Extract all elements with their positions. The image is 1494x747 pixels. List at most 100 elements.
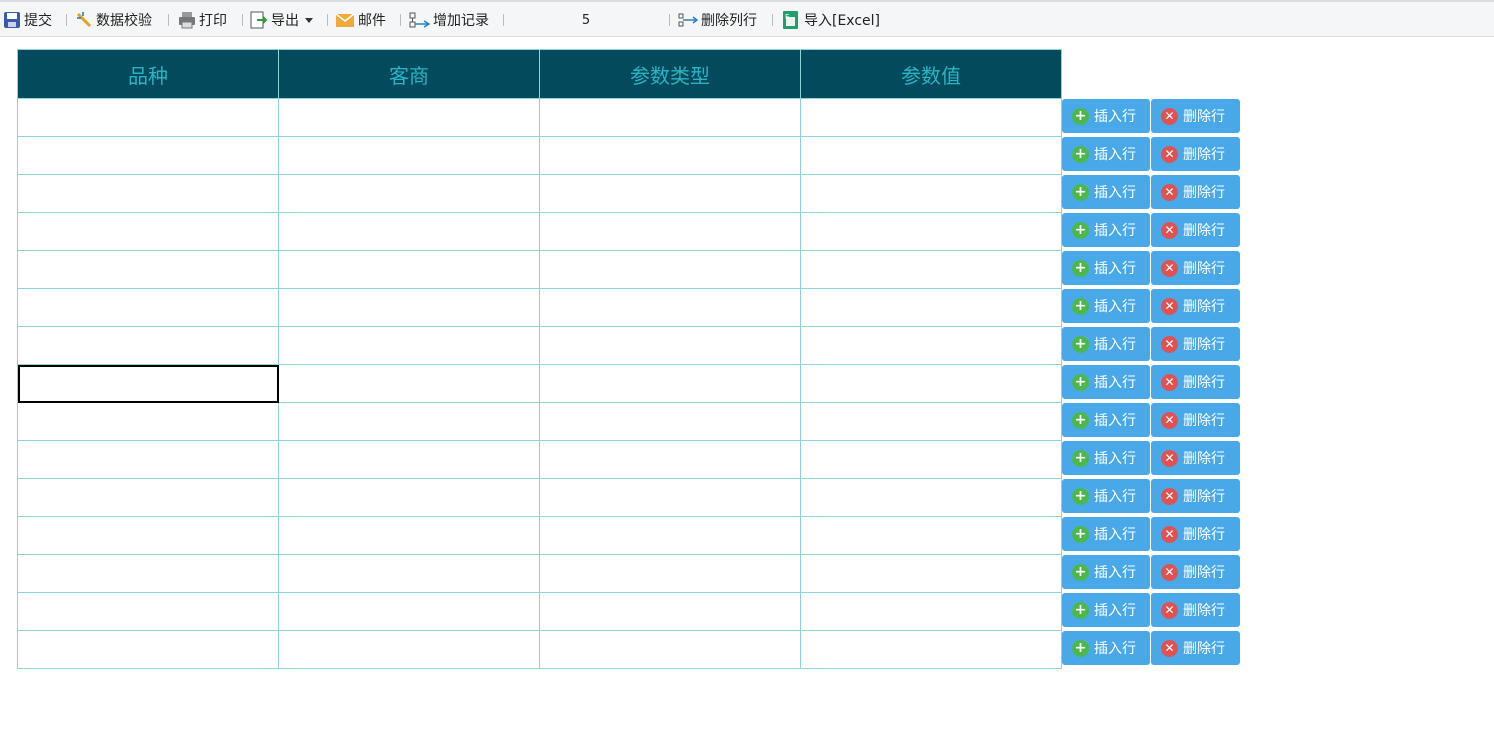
delete-row-button[interactable]: ✕ 删除行 <box>1151 555 1240 589</box>
table-cell[interactable] <box>17 250 279 289</box>
delete-row-button[interactable]: ✕ 删除行 <box>1151 365 1240 399</box>
table-cell[interactable] <box>17 288 279 327</box>
table-cell[interactable] <box>278 136 540 175</box>
table-cell[interactable] <box>17 212 279 251</box>
table-cell[interactable] <box>17 478 279 517</box>
delete-row-button[interactable]: ✕ 删除行 <box>1151 631 1240 665</box>
delete-row-button[interactable]: ✕ 删除行 <box>1151 403 1240 437</box>
table-cell[interactable] <box>17 136 279 175</box>
table-cell[interactable] <box>539 630 801 669</box>
table-cell[interactable] <box>17 174 279 213</box>
table-cell[interactable] <box>278 288 540 327</box>
table-cell[interactable] <box>800 554 1062 593</box>
table-cell[interactable] <box>278 250 540 289</box>
import-excel-button[interactable]: E 导入[Excel] <box>781 9 880 31</box>
insert-row-button[interactable]: + 插入行 <box>1062 517 1150 551</box>
table-cell[interactable] <box>539 402 801 441</box>
insert-row-button[interactable]: + 插入行 <box>1062 365 1150 399</box>
table-cell[interactable] <box>17 98 279 137</box>
table-cell[interactable] <box>539 592 801 631</box>
print-button[interactable]: 打印 <box>178 9 227 31</box>
insert-row-button[interactable]: + 插入行 <box>1062 327 1150 361</box>
table-cell[interactable] <box>800 250 1062 289</box>
insert-row-button[interactable]: + 插入行 <box>1062 137 1150 171</box>
table-cell[interactable] <box>17 554 279 593</box>
table-cell[interactable] <box>800 174 1062 213</box>
insert-row-button[interactable]: + 插入行 <box>1062 441 1150 475</box>
export-dropdown[interactable]: 导出 <box>250 9 313 31</box>
table-cell[interactable] <box>278 478 540 517</box>
table-cell[interactable] <box>539 440 801 479</box>
delete-row-label: 删除行 <box>1183 413 1225 429</box>
delete-column-row-button[interactable]: 删除列行 <box>678 9 757 31</box>
table-cell[interactable] <box>278 592 540 631</box>
mail-button[interactable]: 邮件 <box>335 9 386 31</box>
delete-row-button[interactable]: ✕ 删除行 <box>1151 213 1240 247</box>
insert-row-button[interactable]: + 插入行 <box>1062 555 1150 589</box>
table-cell[interactable] <box>278 364 540 403</box>
table-cell[interactable] <box>800 592 1062 631</box>
table-cell[interactable] <box>539 136 801 175</box>
table-cell[interactable] <box>800 364 1062 403</box>
insert-row-button[interactable]: + 插入行 <box>1062 251 1150 285</box>
table-cell[interactable] <box>539 326 801 365</box>
record-count-input[interactable]: 5 <box>510 9 662 31</box>
table-cell[interactable] <box>17 440 279 479</box>
table-cell[interactable] <box>539 174 801 213</box>
add-record-button[interactable]: 增加记录 <box>409 9 489 31</box>
insert-row-button[interactable]: + 插入行 <box>1062 631 1150 665</box>
delete-row-button[interactable]: ✕ 删除行 <box>1151 479 1240 513</box>
delete-row-button[interactable]: ✕ 删除行 <box>1151 593 1240 627</box>
table-cell[interactable] <box>539 212 801 251</box>
delete-row-button[interactable]: ✕ 删除行 <box>1151 441 1240 475</box>
delete-row-button[interactable]: ✕ 删除行 <box>1151 137 1240 171</box>
table-cell[interactable] <box>17 592 279 631</box>
table-cell[interactable] <box>278 212 540 251</box>
insert-row-button[interactable]: + 插入行 <box>1062 289 1150 323</box>
submit-button[interactable]: 提交 <box>3 9 52 31</box>
table-cell[interactable] <box>278 440 540 479</box>
insert-row-button[interactable]: + 插入行 <box>1062 593 1150 627</box>
delete-row-button[interactable]: ✕ 删除行 <box>1151 327 1240 361</box>
insert-row-button[interactable]: + 插入行 <box>1062 213 1150 247</box>
table-cell[interactable] <box>539 250 801 289</box>
table-cell[interactable] <box>800 136 1062 175</box>
insert-row-button[interactable]: + 插入行 <box>1062 479 1150 513</box>
table-cell[interactable] <box>539 288 801 327</box>
validate-button[interactable]: 数据校验 <box>75 9 152 31</box>
table-cell[interactable] <box>539 364 801 403</box>
table-cell[interactable] <box>539 554 801 593</box>
table-cell[interactable] <box>800 440 1062 479</box>
insert-row-button[interactable]: + 插入行 <box>1062 175 1150 209</box>
table-cell[interactable] <box>800 288 1062 327</box>
table-cell[interactable] <box>278 402 540 441</box>
table-cell[interactable] <box>278 326 540 365</box>
insert-row-button[interactable]: + 插入行 <box>1062 403 1150 437</box>
table-cell[interactable] <box>539 98 801 137</box>
table-cell[interactable] <box>800 212 1062 251</box>
table-cell[interactable] <box>17 630 279 669</box>
table-cell[interactable] <box>278 516 540 555</box>
insert-row-button[interactable]: + 插入行 <box>1062 99 1150 133</box>
table-cell[interactable] <box>17 326 279 365</box>
table-cell[interactable] <box>17 516 279 555</box>
table-cell[interactable] <box>800 630 1062 669</box>
table-cell[interactable] <box>278 554 540 593</box>
table-cell[interactable] <box>278 174 540 213</box>
table-cell[interactable] <box>539 516 801 555</box>
table-cell[interactable] <box>278 98 540 137</box>
table-cell[interactable] <box>800 516 1062 555</box>
delete-row-button[interactable]: ✕ 删除行 <box>1151 517 1240 551</box>
delete-row-button[interactable]: ✕ 删除行 <box>1151 175 1240 209</box>
table-cell-active[interactable] <box>17 364 279 403</box>
table-cell[interactable] <box>800 402 1062 441</box>
table-cell[interactable] <box>800 478 1062 517</box>
delete-row-button[interactable]: ✕ 删除行 <box>1151 251 1240 285</box>
table-cell[interactable] <box>539 478 801 517</box>
delete-row-button[interactable]: ✕ 删除行 <box>1151 99 1240 133</box>
table-cell[interactable] <box>17 402 279 441</box>
delete-row-button[interactable]: ✕ 删除行 <box>1151 289 1240 323</box>
table-cell[interactable] <box>800 326 1062 365</box>
table-cell[interactable] <box>278 630 540 669</box>
table-cell[interactable] <box>800 98 1062 137</box>
